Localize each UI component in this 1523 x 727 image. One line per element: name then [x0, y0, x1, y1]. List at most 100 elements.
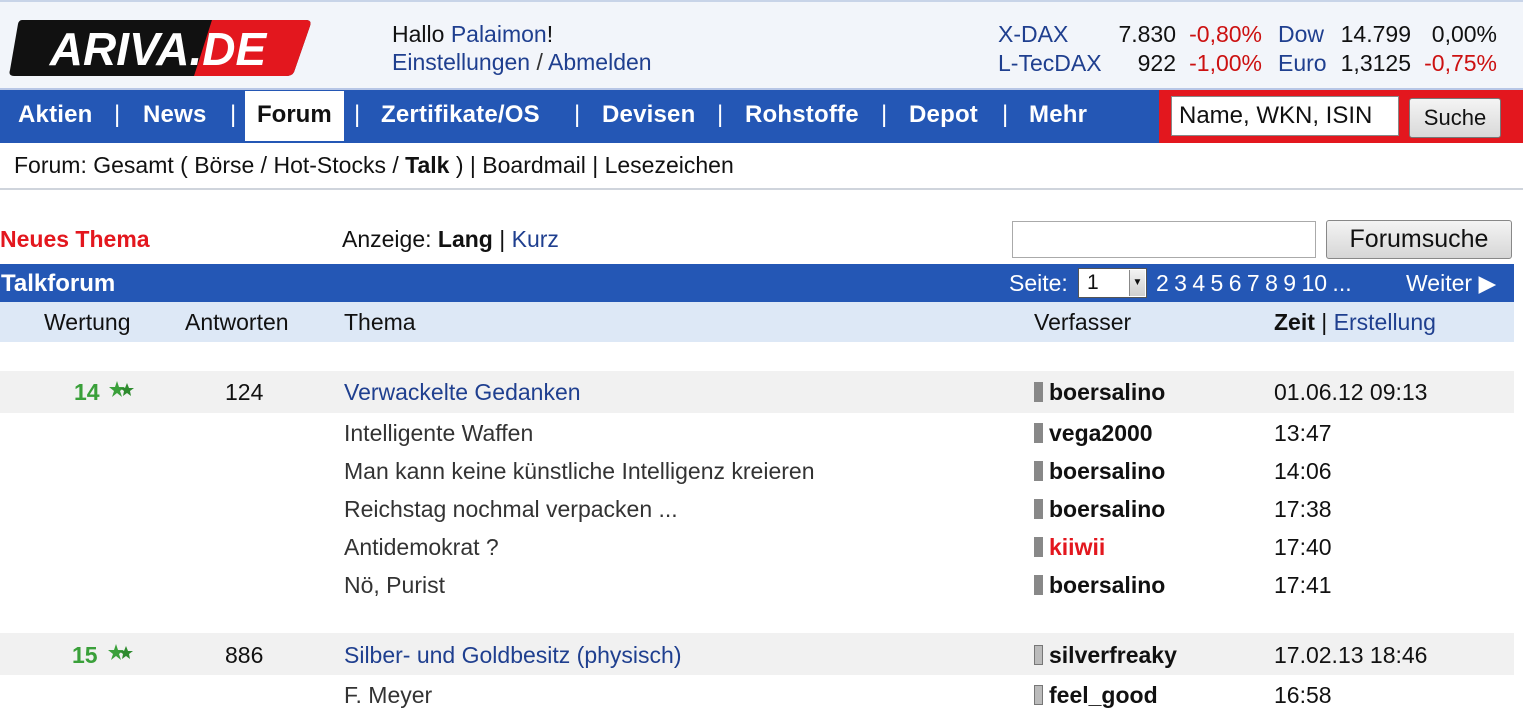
quote-search-input[interactable]: Name, WKN, ISIN: [1171, 96, 1399, 136]
thread-time: 01.06.12 09:13: [1274, 379, 1428, 405]
user-level-icon: [1034, 423, 1043, 443]
display-short-link[interactable]: Kurz: [512, 226, 559, 252]
forum-search-input[interactable]: [1012, 221, 1316, 258]
user-level-icon: [1034, 461, 1043, 481]
post-time: 17:41: [1274, 572, 1332, 598]
quote-value: 1,3125: [1340, 50, 1411, 76]
nav-separator: |: [574, 101, 581, 128]
user-level-icon: [1034, 499, 1043, 519]
nav-separator: |: [114, 101, 121, 128]
quote-search-button[interactable]: Suche: [1409, 98, 1501, 138]
username-link[interactable]: Palaimon: [451, 21, 547, 47]
quote-value: 14.799: [1340, 21, 1411, 47]
rating-stars-icon: [109, 381, 134, 397]
forum-overall-link[interactable]: Forum: Gesamt (: [14, 152, 194, 178]
thread-time: 17.02.13 18:46: [1274, 642, 1428, 668]
quote-name[interactable]: X-DAX: [998, 20, 1068, 48]
page-select[interactable]: 1 ▼: [1078, 268, 1147, 298]
site-header: ARIVA.DE Hallo Palaimon! Einstellungen /…: [0, 0, 1523, 88]
thread-score: 14: [74, 379, 100, 405]
thread-replies: 124: [225, 379, 264, 405]
ariva-logo[interactable]: ARIVA.DE: [6, 16, 312, 78]
post-time: 16:58: [1274, 682, 1332, 708]
quote-search: Name, WKN, ISIN Suche: [1159, 90, 1523, 143]
post-title-link[interactable]: F. Meyer: [344, 682, 432, 709]
post-author[interactable]: kiiwii: [1034, 534, 1105, 561]
next-page-link[interactable]: Weiter ▶: [1406, 270, 1496, 297]
quote-change: -0,75%: [1424, 50, 1497, 76]
quote-name[interactable]: Euro: [1278, 49, 1327, 77]
col-time: Zeit | Erstellung: [1274, 309, 1436, 335]
settings-link[interactable]: Einstellungen: [392, 49, 530, 75]
forum-title-bar: Talkforum Seite: 1 ▼ 2 3 4 5 6 7 8 9 10 .…: [0, 264, 1514, 302]
user-level-icon: [1034, 537, 1043, 557]
quote-name[interactable]: Dow: [1278, 20, 1324, 48]
thread-author[interactable]: boersalino: [1034, 379, 1165, 406]
nav-item-mehr[interactable]: Mehr: [1029, 101, 1087, 129]
post-author[interactable]: feel_good: [1034, 682, 1158, 709]
forum-subnav: Forum: Gesamt ( Börse / Hot-Stocks / Tal…: [14, 152, 734, 178]
nav-separator: |: [717, 101, 724, 128]
post-time: 13:47: [1274, 420, 1332, 446]
logo-text: ARIVA.DE: [49, 23, 268, 75]
greeting: Hallo Palaimon!: [392, 21, 554, 47]
post-author[interactable]: boersalino: [1034, 572, 1165, 599]
forum-title: Talkforum: [1, 270, 116, 297]
nav-item-devisen[interactable]: Devisen: [602, 101, 695, 129]
forum-talk-link[interactable]: Talk: [405, 152, 449, 178]
post-title-link[interactable]: Intelligente Waffen: [344, 420, 533, 447]
thread-title-link[interactable]: Verwackelte Gedanken: [344, 379, 581, 406]
user-level-icon: [1034, 645, 1043, 665]
post-author[interactable]: vega2000: [1034, 420, 1153, 447]
quote-value: 7.830: [1118, 21, 1176, 47]
quote-change: 0,00%: [1431, 21, 1497, 47]
chevron-down-icon: ▼: [1129, 270, 1145, 296]
post-title-link[interactable]: Reichstag nochmal verpacken ...: [344, 496, 678, 523]
quote-name[interactable]: L-TecDAX: [998, 49, 1102, 77]
post-title-link[interactable]: Antidemokrat ?: [344, 534, 499, 561]
col-replies: Antworten: [185, 309, 289, 335]
display-long[interactable]: Lang: [438, 226, 493, 252]
nav-item-depot[interactable]: Depot: [909, 101, 978, 129]
forum-hotstocks-link[interactable]: Hot-Stocks: [273, 152, 385, 178]
nav-item-aktien[interactable]: Aktien: [18, 101, 93, 129]
nav-separator: |: [354, 101, 361, 128]
quote-change: -0,80%: [1189, 21, 1262, 47]
quote-value: 922: [1137, 50, 1176, 76]
column-header: Wertung Antworten Thema Verfasser Zeit |…: [0, 302, 1514, 342]
page-label: Seite:: [1009, 270, 1068, 296]
nav-item-rohstoffe[interactable]: Rohstoffe: [745, 101, 859, 129]
thread-score: 15: [72, 642, 98, 668]
sort-created-link[interactable]: Erstellung: [1334, 309, 1436, 335]
thread-author[interactable]: silverfreaky: [1034, 642, 1177, 669]
post-author[interactable]: boersalino: [1034, 458, 1165, 485]
new-thread-link[interactable]: Neues Thema: [0, 226, 150, 253]
post-time: 17:40: [1274, 534, 1332, 560]
post-title-link[interactable]: Nö, Purist: [344, 572, 445, 599]
nav-item-zertifikate[interactable]: Zertifikate/OS: [381, 101, 540, 129]
nav-item-forum[interactable]: Forum: [245, 91, 344, 141]
nav-separator: |: [881, 101, 888, 128]
nav-separator: |: [230, 101, 237, 128]
quote-change: -1,00%: [1189, 50, 1262, 76]
thread-title-link[interactable]: Silber- und Goldbesitz (physisch): [344, 642, 681, 669]
bookmarks-link[interactable]: Lesezeichen: [605, 152, 734, 178]
post-title-link[interactable]: Man kann keine künstliche Intelligenz kr…: [344, 458, 815, 485]
main-nav: Aktien | News | Forum | Zertifikate/OS |…: [0, 88, 1523, 143]
logout-link[interactable]: Abmelden: [548, 49, 652, 75]
sort-time[interactable]: Zeit: [1274, 309, 1315, 335]
divider: [0, 188, 1523, 190]
rating-stars-icon: [108, 644, 133, 660]
nav-separator: |: [1002, 101, 1009, 128]
account-links: Einstellungen / Abmelden: [392, 49, 652, 75]
forum-boerse-link[interactable]: Börse: [194, 152, 254, 178]
forum-search-button[interactable]: Forumsuche: [1326, 220, 1512, 259]
col-topic: Thema: [344, 309, 416, 335]
nav-item-news[interactable]: News: [143, 101, 207, 129]
user-level-icon: [1034, 382, 1043, 402]
user-level-icon: [1034, 685, 1043, 705]
col-rating: Wertung: [44, 309, 131, 335]
page-number-links[interactable]: 2 3 4 5 6 7 8 9 10 ...: [1156, 270, 1352, 297]
post-author[interactable]: boersalino: [1034, 496, 1165, 523]
boardmail-link[interactable]: Boardmail: [482, 152, 586, 178]
